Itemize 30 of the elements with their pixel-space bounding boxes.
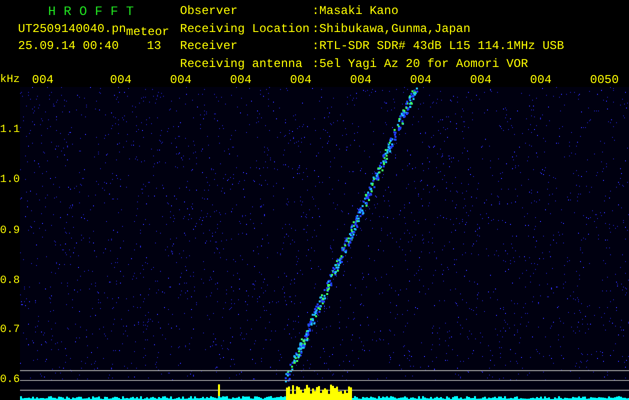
- time-label: 004: [110, 74, 132, 86]
- frequency-label: 0.7: [0, 324, 20, 336]
- frequency-label: 1.1: [0, 124, 20, 136]
- app-title: H R O F F T: [47, 5, 135, 19]
- time-label: 004: [32, 74, 54, 86]
- info-label: Observer: [180, 5, 239, 20]
- axis-unit: kHz: [0, 74, 20, 86]
- mode-label: meteor: [126, 26, 170, 38]
- time-label: 004: [530, 74, 552, 86]
- frequency-label: 0.9: [0, 225, 20, 237]
- frequency-label: 0.6: [0, 374, 20, 386]
- info-value: :RTL-SDR SDR# 43dB L15 114.1MHz USB: [312, 40, 564, 55]
- info-label: Receiving antenna: [180, 58, 304, 72]
- time-label: 004: [350, 74, 372, 86]
- info-label: Receiving Location: [180, 22, 311, 38]
- info-value: :Shibukawa,Gunma,Japan: [312, 22, 472, 38]
- info-value: :Masaki Kano: [312, 5, 400, 20]
- timestamp: 25.09.14 00:40: [18, 40, 119, 52]
- info-label: Receiver: [180, 40, 239, 55]
- time-label: 004: [410, 74, 432, 86]
- time-label: 004: [470, 74, 492, 86]
- frequency-label: 0.8: [0, 275, 20, 287]
- count-label: 13: [146, 40, 162, 52]
- time-label: 004: [230, 74, 252, 86]
- info-value: :5el Yagi Az 20 for Aomori VOR: [312, 58, 530, 72]
- file-name: UT2509140040.pn: [18, 23, 126, 35]
- time-label: 0050: [590, 74, 619, 86]
- time-label: 004: [170, 74, 192, 86]
- time-label: 004: [290, 74, 312, 86]
- frequency-label: 1.0: [0, 174, 20, 186]
